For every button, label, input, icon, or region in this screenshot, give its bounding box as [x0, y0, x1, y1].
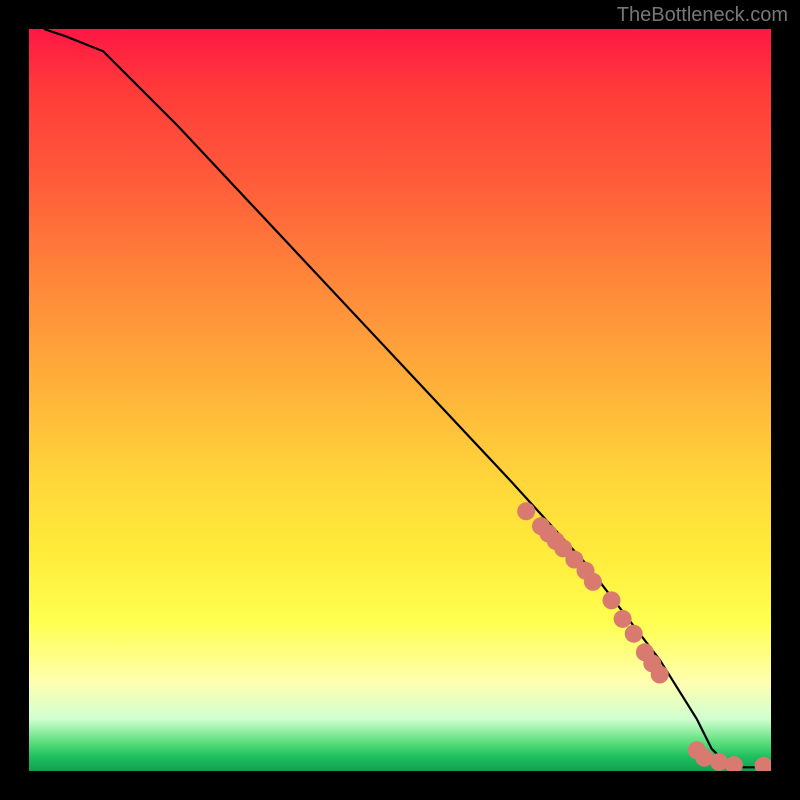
data-marker	[517, 502, 535, 520]
data-marker	[584, 573, 602, 591]
chart-overlay-svg	[29, 29, 771, 771]
chart-plot-area	[29, 29, 771, 771]
curve-line	[44, 29, 771, 767]
data-marker	[725, 756, 743, 771]
data-marker	[710, 753, 728, 771]
attribution-text: TheBottleneck.com	[617, 4, 788, 27]
data-marker	[602, 591, 620, 609]
data-marker	[755, 757, 771, 771]
marker-group	[517, 502, 771, 771]
data-marker	[625, 625, 643, 643]
data-marker	[651, 666, 669, 684]
data-marker	[614, 610, 632, 628]
